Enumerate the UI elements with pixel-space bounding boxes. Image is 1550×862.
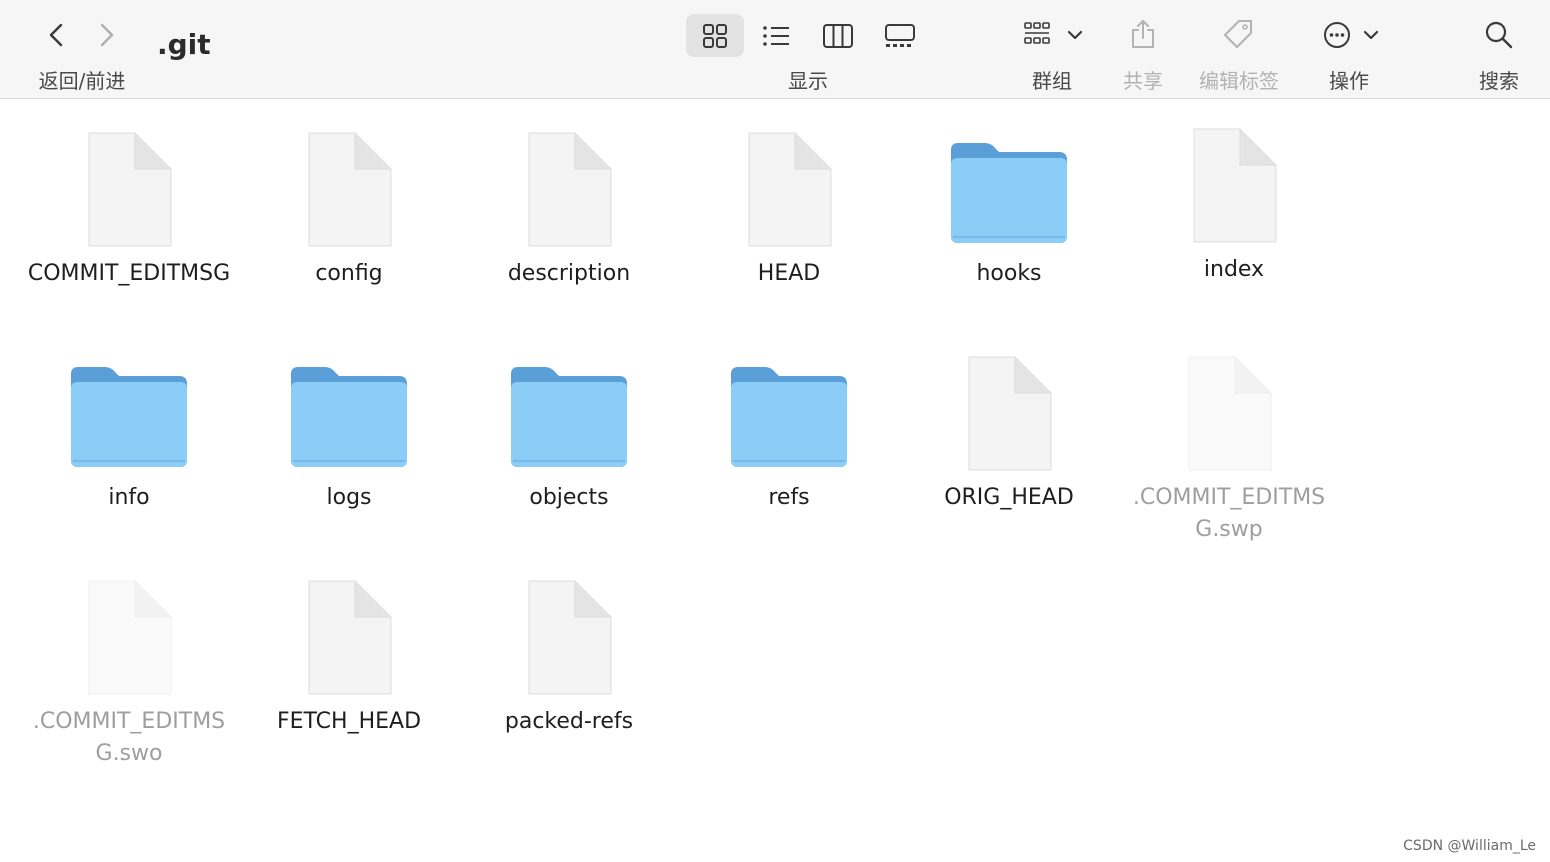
file-name: logs — [326, 485, 372, 510]
view-label: 显示 — [788, 69, 828, 93]
folder-icon — [951, 143, 1067, 243]
gallery-view-button[interactable] — [884, 22, 916, 54]
nav-label: 返回/前进 — [38, 69, 126, 93]
column-view-button[interactable] — [822, 22, 854, 54]
folder-item-logs[interactable]: logs — [239, 352, 459, 514]
grid-icon — [703, 24, 727, 48]
file-item-fetch-head[interactable]: FETCH_HEAD — [239, 576, 459, 738]
file-item-commit-editmsg-swp[interactable]: .COMMIT_EDITMSG.swp — [1119, 352, 1339, 546]
document-icon — [1193, 128, 1277, 243]
file-name: config — [315, 261, 383, 286]
file-item-commit-editmsg[interactable]: COMMIT_EDITMSG — [19, 128, 239, 290]
group-label: 群组 — [1032, 69, 1072, 93]
group-button[interactable] — [1022, 20, 1088, 56]
folder-icon — [291, 367, 407, 467]
back-button[interactable] — [42, 20, 72, 50]
finder-toolbar: 返回/前进 .git 显示 群组 共享 编辑标签 操作 搜索 — [0, 0, 1550, 99]
chevron-down-icon — [1067, 30, 1083, 40]
tag-icon — [1224, 20, 1252, 48]
file-item-head[interactable]: HEAD — [679, 128, 899, 290]
share-label: 共享 — [1123, 69, 1163, 93]
icon-view-button[interactable] — [701, 22, 729, 54]
list-view-button[interactable] — [761, 22, 791, 54]
file-name: info — [108, 485, 150, 510]
file-name: ORIG_HEAD — [944, 485, 1074, 510]
file-name: description — [507, 261, 631, 286]
file-item-description[interactable]: description — [459, 128, 679, 290]
document-icon — [1188, 356, 1272, 471]
file-item-config[interactable]: config — [239, 128, 459, 290]
file-name: COMMIT_EDITMSG — [27, 261, 231, 286]
window-title: .git — [157, 28, 211, 61]
action-button[interactable] — [1322, 20, 1382, 54]
watermark: CSDN @William_Le — [1403, 838, 1536, 854]
list-icon — [763, 26, 789, 46]
document-icon — [528, 580, 612, 695]
file-name: objects — [529, 485, 609, 510]
folder-icon — [731, 367, 847, 467]
file-item-orig-head[interactable]: ORIG_HEAD — [899, 352, 1119, 514]
file-name: packed-refs — [504, 709, 634, 734]
file-item-commit-editmsg-swo[interactable]: .COMMIT_EDITMSG.swo — [19, 576, 239, 770]
group-icon — [1024, 22, 1083, 44]
file-item-packed-refs[interactable]: packed-refs — [459, 576, 679, 738]
file-name: HEAD — [757, 261, 821, 286]
tags-label: 编辑标签 — [1199, 69, 1279, 93]
folder-item-objects[interactable]: objects — [459, 352, 679, 514]
search-label: 搜索 — [1479, 69, 1519, 93]
gallery-icon — [885, 24, 915, 47]
search-icon — [1485, 21, 1513, 49]
chevron-left-icon — [49, 23, 63, 47]
document-icon — [308, 132, 392, 247]
folder-icon — [71, 367, 187, 467]
document-icon — [748, 132, 832, 247]
tags-button[interactable] — [1221, 18, 1255, 56]
ellipsis-circle-icon — [1324, 22, 1379, 48]
file-name: .COMMIT_EDITMSG.swp — [1132, 485, 1326, 542]
action-label: 操作 — [1329, 69, 1369, 93]
folder-icon — [511, 367, 627, 467]
folder-item-hooks[interactable]: hooks — [899, 128, 1119, 290]
share-icon — [1132, 20, 1154, 48]
file-name: hooks — [976, 261, 1042, 286]
document-icon — [308, 580, 392, 695]
file-name: refs — [768, 485, 810, 510]
document-icon — [88, 132, 172, 247]
document-icon — [528, 132, 612, 247]
file-name: FETCH_HEAD — [276, 709, 422, 734]
search-button[interactable] — [1484, 20, 1514, 54]
forward-button[interactable] — [92, 20, 122, 50]
folder-item-refs[interactable]: refs — [679, 352, 899, 514]
document-icon — [968, 356, 1052, 471]
folder-item-info[interactable]: info — [19, 352, 239, 514]
chevron-right-icon — [100, 23, 114, 47]
chevron-down-icon — [1363, 30, 1379, 40]
file-name: index — [1203, 257, 1265, 282]
share-button[interactable] — [1129, 18, 1157, 54]
document-icon — [88, 580, 172, 695]
file-name: .COMMIT_EDITMSG.swo — [32, 709, 226, 766]
file-item-index[interactable]: index — [1124, 124, 1344, 286]
columns-icon — [823, 24, 853, 48]
